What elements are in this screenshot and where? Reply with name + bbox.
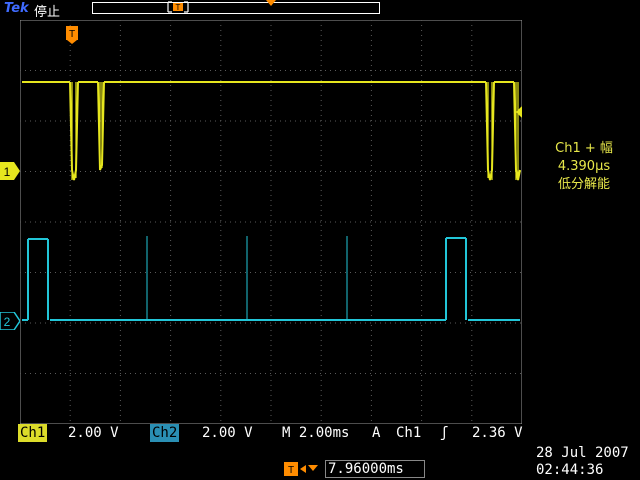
ch2-ground-marker[interactable]: 2 bbox=[0, 312, 20, 330]
measurement-value: 4.390µs bbox=[557, 159, 611, 174]
trigger-position-glyph: T bbox=[288, 465, 294, 476]
trigger-point-arrow-icon bbox=[266, 0, 276, 6]
record-length-bar bbox=[92, 2, 380, 14]
top-status-bar: Tek 停止 T bbox=[0, 0, 640, 20]
ch2-scale: 2.00 V bbox=[202, 425, 253, 441]
timestamp: 28 Jul 2007 02:44:36 bbox=[536, 445, 629, 479]
ch2-marker-label: 2 bbox=[4, 315, 11, 329]
measurement-panel: Ch1 + 幅 4.390µs 低分解能 bbox=[528, 140, 640, 194]
date-value: 28 Jul 2007 bbox=[536, 445, 629, 461]
record-window-bracket[interactable]: T bbox=[166, 0, 190, 14]
waveform-display[interactable]: T bbox=[20, 20, 522, 424]
trigger-position-icon: T bbox=[284, 462, 318, 476]
ch1-scale: 2.00 V bbox=[68, 425, 119, 441]
scale-status-bar: Ch1 2.00 V Ch2 2.00 V M 2.00ms A Ch1 ʃ 2… bbox=[18, 424, 526, 442]
ch2-label[interactable]: Ch2 bbox=[150, 424, 180, 442]
trigger-mode: A bbox=[372, 425, 381, 441]
ch1-ground-marker[interactable]: 1 bbox=[0, 162, 20, 180]
record-trigger-glyph: T bbox=[176, 3, 181, 12]
screen-trigger-glyph: T bbox=[69, 29, 75, 40]
trigger-level[interactable]: 2.36 V bbox=[472, 424, 523, 442]
ch1-label[interactable]: Ch1 bbox=[18, 424, 48, 442]
time-value: 02:44:36 bbox=[536, 462, 604, 478]
acquisition-mode: 低分解能 bbox=[557, 177, 610, 192]
run-status-label: 停止 bbox=[34, 5, 61, 20]
trigger-position-value: 7.96000ms bbox=[325, 460, 425, 478]
ch1-marker-label: 1 bbox=[4, 165, 11, 179]
timebase-value[interactable]: M 2.00ms bbox=[282, 424, 349, 442]
trigger-slope-icon: ʃ bbox=[440, 425, 449, 441]
brand-logo: Tek bbox=[4, 1, 29, 16]
measurement-title: Ch1 + 幅 bbox=[555, 141, 613, 156]
trigger-source[interactable]: Ch1 bbox=[396, 424, 421, 442]
trigger-position-readout[interactable]: T 7.96000ms bbox=[284, 460, 426, 478]
